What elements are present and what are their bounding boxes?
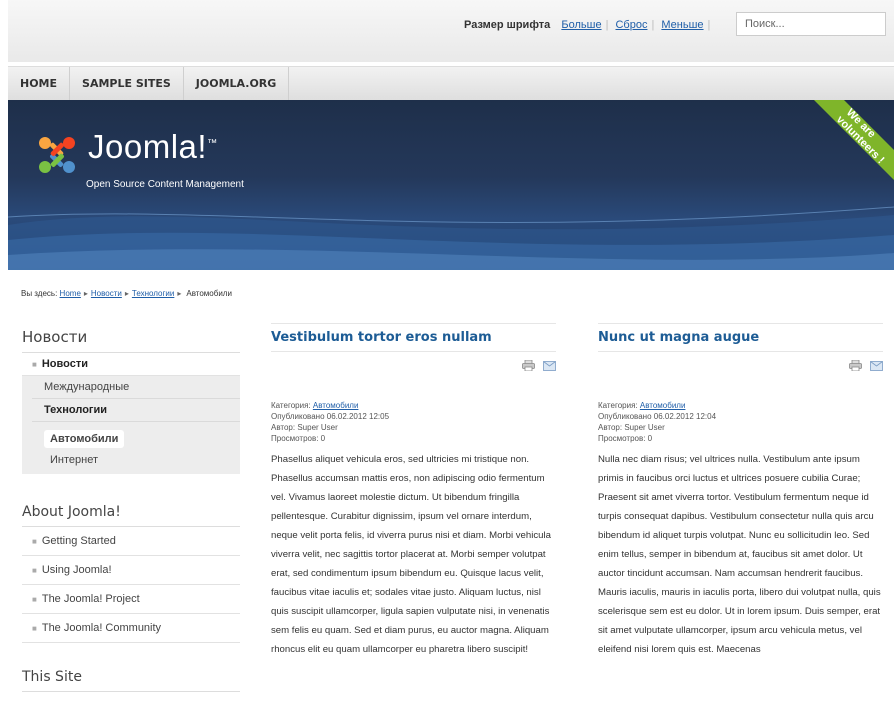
article-text: Phasellus aliquet vehicula eros, sed ult… bbox=[271, 454, 551, 655]
this-site-module-title: This Site bbox=[22, 669, 240, 692]
menu-item-joomla-community[interactable]: ■ The Joomla! Community bbox=[22, 614, 240, 643]
published-date: Опубликовано 06.02.2012 12:05 bbox=[271, 412, 390, 421]
article-meta: Категория: Автомобили Опубликовано 06.02… bbox=[598, 400, 883, 444]
main-nav: HOME SAMPLE SITES JOOMLA.ORG bbox=[8, 66, 894, 101]
article-2: Nunc ut magna augue Категория: Автомобил… bbox=[598, 323, 883, 659]
views: Просмотров: 0 bbox=[271, 434, 326, 443]
article-actions bbox=[598, 352, 883, 376]
banner-waves bbox=[8, 206, 894, 270]
article-text: Nulla nec diam risus; vel ultrices nulla… bbox=[598, 454, 881, 655]
nav-item-sample-sites[interactable]: SAMPLE SITES bbox=[70, 67, 184, 101]
top-bar: Размер шрифта Больше | Сброс | Меньше | Пои… bbox=[8, 0, 894, 62]
views: Просмотров: 0 bbox=[598, 434, 653, 443]
nav-item-joomla-org[interactable]: JOOMLA.ORG bbox=[184, 67, 290, 101]
menu-item-getting-started[interactable]: ■ Getting Started bbox=[22, 527, 240, 556]
menu-item-joomla-project[interactable]: ■ The Joomla! Project bbox=[22, 585, 240, 614]
print-icon[interactable] bbox=[521, 358, 535, 376]
category-link[interactable]: Автомобили bbox=[640, 401, 686, 410]
article-1: Vestibulum tortor eros nullam Категория:… bbox=[271, 323, 556, 659]
bullet-icon: ■ bbox=[32, 360, 37, 369]
breadcrumb-news[interactable]: Новости bbox=[91, 289, 122, 298]
bullet-icon: ■ bbox=[32, 595, 37, 604]
category-link[interactable]: Автомобили bbox=[313, 401, 359, 410]
font-bigger-link[interactable]: Больше bbox=[561, 19, 601, 31]
about-module-title: About Joomla! bbox=[22, 504, 240, 527]
logo-text: Joomla!™ bbox=[88, 128, 218, 165]
nav-item-home[interactable]: HOME bbox=[8, 67, 71, 101]
search-input[interactable]: Поиск... bbox=[736, 12, 886, 36]
email-icon[interactable] bbox=[543, 358, 556, 376]
breadcrumb-current: Автомобили bbox=[184, 288, 234, 299]
technology-submenu: Автомобили Интернет bbox=[32, 422, 240, 474]
print-icon[interactable] bbox=[848, 358, 862, 376]
font-size-controls: Размер шрифта Больше | Сброс | Меньше | bbox=[464, 19, 711, 31]
article-actions bbox=[271, 352, 556, 376]
tagline: Open Source Content Management bbox=[86, 179, 244, 190]
article-title[interactable]: Vestibulum tortor eros nullam bbox=[271, 323, 556, 352]
volunteers-ribbon: We are volunteers ! bbox=[814, 100, 894, 180]
author: Автор: Super User bbox=[271, 423, 338, 432]
breadcrumb-separator-icon: ▸ bbox=[83, 289, 88, 298]
menu-item-international[interactable]: Международные bbox=[32, 376, 240, 399]
breadcrumb: Вы здесь: Home ▸ Новости ▸ Технологии ▸ Автомо… bbox=[21, 288, 234, 299]
menu-item-news[interactable]: ■ Новости bbox=[22, 353, 240, 376]
breadcrumb-separator-icon: ▸ bbox=[124, 289, 129, 298]
breadcrumb-prefix: Вы здесь: bbox=[21, 289, 58, 298]
header-banner: Joomla!™ Open Source Content Management … bbox=[8, 100, 894, 270]
email-icon[interactable] bbox=[870, 358, 883, 376]
breadcrumb-separator-icon: ▸ bbox=[177, 289, 182, 298]
bullet-icon: ■ bbox=[32, 566, 37, 575]
breadcrumb-tech[interactable]: Технологии bbox=[132, 289, 174, 298]
author: Автор: Super User bbox=[598, 423, 665, 432]
article-title[interactable]: Nunc ut magna augue bbox=[598, 323, 883, 352]
published-date: Опубликовано 06.02.2012 12:04 bbox=[598, 412, 717, 421]
menu-item-cars[interactable]: Автомобили bbox=[44, 430, 125, 448]
sidebar: Новости ■ Новости Международные Технологи… bbox=[22, 328, 240, 692]
font-reset-link[interactable]: Сброс bbox=[615, 19, 647, 31]
news-module-title: Новости bbox=[22, 328, 240, 353]
font-size-label: Размер шрифта bbox=[464, 19, 551, 31]
font-smaller-link[interactable]: Меньше bbox=[661, 19, 703, 31]
article-meta: Категория: Автомобили Опубликовано 06.02… bbox=[271, 400, 556, 444]
joomla-logo-icon bbox=[39, 137, 75, 173]
breadcrumb-home[interactable]: Home bbox=[60, 289, 81, 298]
news-submenu: Международные Технологии Автомобили Инте… bbox=[22, 376, 240, 474]
bullet-icon: ■ bbox=[32, 624, 37, 633]
menu-item-internet[interactable]: Интернет bbox=[44, 450, 240, 474]
bullet-icon: ■ bbox=[32, 537, 37, 546]
menu-item-using-joomla[interactable]: ■ Using Joomla! bbox=[22, 556, 240, 585]
menu-item-technology[interactable]: Технологии bbox=[32, 399, 240, 422]
